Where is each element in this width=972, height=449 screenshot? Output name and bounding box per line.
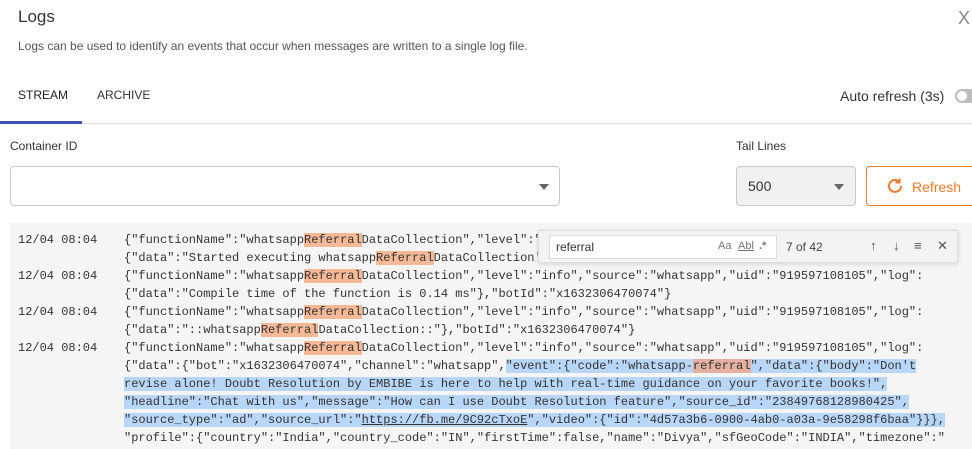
search-match: Referral <box>260 323 319 337</box>
log-timestamp: 12/04 08:04 <box>18 305 98 319</box>
refresh-icon <box>885 176 905 201</box>
search-match: Referral <box>304 269 362 283</box>
tab-stream[interactable]: STREAM <box>18 88 68 102</box>
log-text: {"functionName":"whatsappReferralDataCol… <box>124 269 923 283</box>
refresh-label: Refresh <box>912 179 962 195</box>
tab-archive[interactable]: ARCHIVE <box>97 88 150 102</box>
selected-text: "event":{"code":"whatsapp- <box>505 359 693 373</box>
auto-refresh-toggle[interactable] <box>955 89 972 103</box>
refresh-button[interactable]: Refresh <box>866 166 972 206</box>
chevron-down-icon <box>834 184 844 190</box>
log-text: {"functionName":"whatsappReferralDataCol… <box>124 305 923 319</box>
match-count: 7 of 42 <box>786 240 823 254</box>
log-text: {"data":{"bot":"x1632306470074","channel… <box>124 359 917 373</box>
active-tab-indicator <box>0 121 82 124</box>
log-line: "profile":{"country":"India","country_co… <box>10 431 972 449</box>
tab-bar: STREAM ARCHIVE Auto refresh (3s) <box>0 78 972 124</box>
selected-text: ","data":{"body":"Don't <box>750 359 917 373</box>
log-text: {"data":"Started executing whatsappRefer… <box>124 251 542 265</box>
log-line: 12/04 08:04 {"functionName":"whatsappRef… <box>10 341 972 359</box>
log-line: {"data":"::whatsappReferralDataCollectio… <box>10 323 972 341</box>
log-text-part: {"data":"::whatsapp <box>124 323 261 337</box>
page-subtitle: Logs can be used to identify an events t… <box>18 39 528 53</box>
log-timestamp: 12/04 08:04 <box>18 269 98 283</box>
log-text-part: {"functionName":"whatsapp <box>124 341 305 355</box>
source-url-link[interactable]: https://fb.me/9C92cTxoE <box>362 413 528 427</box>
log-text-part: DataCollection","level":"info","source":… <box>361 269 924 283</box>
log-text-part: DataCollection","level":" <box>361 233 542 247</box>
current-search-match: referral <box>692 359 751 373</box>
log-text: "profile":{"country":"India","country_co… <box>124 431 945 445</box>
selected-text: revise alone! Doubt Resolution by EMBIBE… <box>124 377 888 391</box>
whole-word-icon[interactable]: Abl <box>738 240 754 252</box>
log-text-part: DataCollection","level":"info","source":… <box>361 341 924 355</box>
log-text-part: {"functionName":"whatsapp <box>124 233 305 247</box>
log-text: {"functionName":"whatsappReferralDataCol… <box>124 341 923 355</box>
log-text: {"data":"::whatsappReferralDataCollectio… <box>124 323 635 337</box>
chevron-down-icon <box>539 184 549 190</box>
search-match: Referral <box>304 341 362 355</box>
container-id-select[interactable] <box>10 166 560 206</box>
toggle-knob <box>957 91 967 101</box>
log-timestamp: 12/04 08:04 <box>18 233 98 247</box>
log-line: 12/04 08:04 {"functionName":"whatsappRef… <box>10 305 972 323</box>
log-text-part: {"data":"Started executing whatsapp <box>124 251 377 265</box>
find-in-selection-icon[interactable]: ≡ <box>914 238 922 253</box>
match-case-icon[interactable]: Aa <box>718 240 731 252</box>
log-text-part: DataCollection::"},"botId":"x16323064700… <box>318 323 636 337</box>
log-line: "headline":"Chat with us","message":"How… <box>10 395 972 413</box>
log-text-part: DataCollection' <box>433 251 542 265</box>
log-text-part: {"data":{"bot":"x1632306470074","channel… <box>124 359 506 373</box>
search-match: Referral <box>304 305 362 319</box>
log-text-part: "source_type":"ad","source_url":" <box>124 413 362 427</box>
logs-header: Logs Logs can be used to identify an eve… <box>0 0 972 72</box>
log-text-part: ","video":{"id":"4d57a3b6-0900-4ab0-a03a… <box>527 413 945 427</box>
log-line: {"data":{"bot":"x1632306470074","channel… <box>10 359 972 377</box>
log-line: 12/04 08:04 {"functionName":"whatsappRef… <box>10 269 972 287</box>
tail-lines-value: 500 <box>748 178 772 194</box>
previous-match-icon[interactable]: ↑ <box>870 238 877 253</box>
close-find-icon[interactable]: ✕ <box>937 238 948 254</box>
regex-icon[interactable]: .* <box>759 240 766 252</box>
selected-text: "source_type":"ad","source_url":"https:/… <box>124 413 945 427</box>
log-text: {"data":"Compile time of the function is… <box>124 287 672 301</box>
log-line: {"data":"Compile time of the function is… <box>10 287 972 305</box>
log-text: {"functionName":"whatsappReferralDataCol… <box>124 233 542 247</box>
tail-lines-label: Tail Lines <box>736 139 787 153</box>
auto-refresh-label: Auto refresh (3s) <box>840 88 945 104</box>
tail-lines-select[interactable]: 500 <box>736 166 856 206</box>
log-timestamp: 12/04 08:04 <box>18 341 98 355</box>
selected-text: "headline":"Chat with us","message":"How… <box>124 395 909 409</box>
log-line: revise alone! Doubt Resolution by EMBIBE… <box>10 377 972 395</box>
find-widget: Aa Abl .* 7 of 42 ↑ ↓ ≡ ✕ <box>538 230 958 263</box>
search-match: Referral <box>376 251 434 265</box>
close-icon[interactable]: X <box>958 8 970 29</box>
container-id-label: Container ID <box>10 139 78 153</box>
log-text-part: {"functionName":"whatsapp <box>124 305 305 319</box>
next-match-icon[interactable]: ↓ <box>893 238 900 253</box>
page-title: Logs <box>18 7 55 26</box>
log-text-part: {"functionName":"whatsapp <box>124 269 305 283</box>
log-line: "source_type":"ad","source_url":"https:/… <box>10 413 972 431</box>
log-text-part: DataCollection","level":"info","source":… <box>361 305 924 319</box>
search-match: Referral <box>304 233 362 247</box>
